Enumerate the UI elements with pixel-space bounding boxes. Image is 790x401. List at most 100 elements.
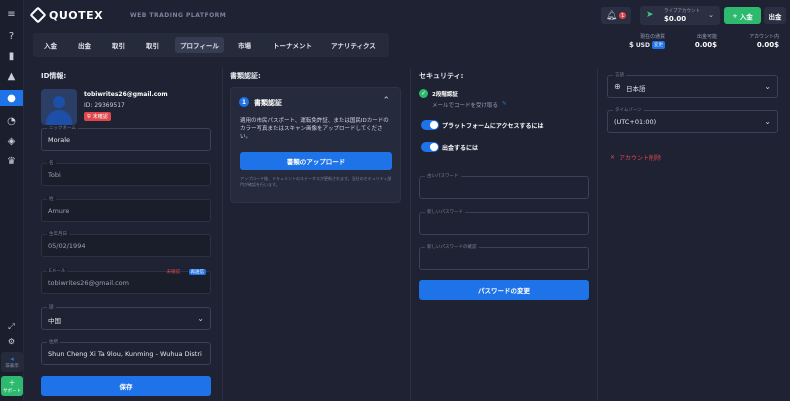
timezone-select[interactable]: タイムゾーン (UTC+01:00) ⌄ [607, 107, 778, 133]
withdrawable-label: 出金可能 [696, 34, 717, 40]
two-factor-subtitle-row: メールでコードを受け取る ✎ [432, 101, 507, 109]
birthday-field[interactable]: 生年月日 05/02/1994 [41, 231, 211, 257]
profile-tabs: 入金 出金 取引 取引 プロフィール 市場 トーナメント アナリティクス [33, 33, 389, 57]
first-name-field[interactable]: 名 Tobi [41, 160, 211, 186]
analytics-icon[interactable]: ◈ [5, 135, 18, 148]
timezone-label: タイムゾーン [613, 107, 644, 113]
tab-withdraw[interactable]: 出金 [73, 37, 96, 53]
withdrawable-value: 0.00$ [694, 41, 717, 49]
email-status: 未確認 [166, 270, 181, 275]
language-label: 言語 [613, 72, 626, 78]
withdraw-button[interactable]: 出金 [764, 7, 786, 24]
account-balance-value: 0.00$ [756, 41, 779, 49]
column-divider [222, 68, 223, 401]
market-icon[interactable]: ◔ [5, 115, 18, 128]
globe-icon: ⊕ [614, 82, 621, 91]
plus-icon: + [732, 11, 738, 20]
tab-analytics[interactable]: アナリティクス [326, 37, 381, 53]
avatar-body-icon [46, 110, 72, 125]
tab-trades-2[interactable]: 取引 [141, 37, 164, 53]
step-number: 1 [239, 97, 249, 107]
profile-icon[interactable]: ● [0, 90, 23, 106]
fullscreen-icon[interactable]: ⤢ [5, 320, 18, 333]
old-password-field[interactable]: 古いパスワード [419, 173, 589, 199]
old-password-label: 古いパスワード [425, 173, 461, 179]
menu-icon[interactable]: ≡ [5, 8, 18, 21]
last-name-field[interactable]: 姓 Amure [41, 196, 211, 222]
chart-icon[interactable]: ▮ [5, 50, 18, 63]
chevron-down-icon: ⌄ [764, 117, 771, 126]
upload-document-button[interactable]: 書類のアップロード [240, 152, 392, 170]
confirm-password-label: 新しいパスワードの確認 [425, 244, 479, 250]
delete-account-link[interactable]: ✕ アカウント削除 [610, 153, 661, 162]
email-label: Eメール [47, 268, 68, 274]
sidebar: ≡ ? ▮ ▲ ● ◔ ◈ ♛ ⤢ ⚙ ◂ 非表示 ＋ サポート [0, 0, 24, 401]
nickname-label: ニックネーム [47, 125, 78, 131]
email-field[interactable]: Eメール 未確認 再送信 tobiwrites26@gmail.com [41, 268, 211, 294]
unverified-badge: ⛨ 未確認 [84, 112, 111, 121]
country-value: 中国 [48, 317, 61, 325]
country-select[interactable]: 国 中国 ⌄ [41, 304, 211, 330]
dollar-icon: $ [628, 41, 634, 49]
toggle-withdraw[interactable] [421, 142, 439, 152]
deposit-label: 入金 [739, 12, 753, 21]
two-factor-title: 2段階認証 [432, 92, 458, 98]
notifications-button[interactable]: 🔔︎ 1 [601, 7, 631, 24]
tab-tournaments[interactable]: トーナメント [268, 37, 317, 53]
help-icon[interactable]: ? [5, 30, 18, 43]
account-type-label: ライブアカウント [664, 9, 700, 14]
currency-value: USD [635, 41, 650, 49]
security-heading: セキュリティ: [419, 72, 464, 80]
collapse-button[interactable]: ◂ 非表示 [1, 352, 23, 372]
tab-deposit[interactable]: 入金 [39, 37, 62, 53]
tab-market[interactable]: 市場 [233, 37, 256, 53]
collapse-label: 非表示 [5, 364, 19, 369]
unverified-label: 未確認 [92, 114, 108, 120]
toggle-platform-label: プラットフォームにアクセスするには [442, 123, 544, 130]
tab-profile[interactable]: プロフィール [175, 37, 224, 53]
birthday-label: 生年月日 [47, 231, 69, 237]
bell-icon: 🔔︎ [605, 10, 618, 21]
trophy-icon[interactable]: ♛ [5, 155, 18, 168]
toggle-platform-access[interactable] [421, 120, 439, 130]
tab-trades[interactable]: 取引 [107, 37, 130, 53]
last-name-label: 姓 [47, 196, 56, 202]
change-password-button[interactable]: パスワードの変更 [419, 280, 589, 300]
address-field[interactable]: 住所 Shun Cheng Xi Ta 9lou, Kunming - Wuhu… [41, 339, 211, 365]
document-card-title: 書類認証 [254, 99, 282, 107]
confirm-password-field[interactable]: 新しいパスワードの確認 [419, 244, 589, 270]
address-label: 住所 [47, 339, 60, 345]
toggle-withdraw-label: 出金するには [442, 145, 479, 152]
save-button[interactable]: 保存 [41, 376, 211, 396]
first-name-label: 名 [47, 160, 56, 166]
nickname-field[interactable]: ニックネーム Morale [41, 125, 211, 151]
new-password-label: 新しいパスワード [425, 209, 465, 215]
column-divider [597, 68, 598, 401]
nickname-value: Morale [48, 136, 71, 144]
chevron-up-icon[interactable]: ⌃ [382, 96, 390, 106]
brand-tagline: WEB TRADING PLATFORM [130, 12, 227, 19]
last-name-value: Amure [48, 207, 70, 215]
document-verification-card: 1 書類認証 ⌃ 適用の市民パスポート、運転免許証、または国民IDカードのカラー… [230, 87, 401, 203]
shield-icon: ⛨ [87, 113, 91, 120]
account-switcher[interactable]: ➤ ライブアカウント $0.00 ⌄ [640, 6, 720, 25]
avatar[interactable] [41, 89, 77, 125]
check-icon: ✓ [419, 89, 428, 98]
email-resend-button[interactable]: 再送信 [188, 269, 206, 275]
currency-change-button[interactable]: 変更 [652, 41, 665, 49]
support-chat-button[interactable]: ＋ サポート [1, 376, 23, 396]
education-icon[interactable]: ▲ [5, 70, 18, 83]
notification-count: 1 [619, 12, 627, 19]
chevron-down-icon: ⌄ [764, 82, 771, 91]
brand-name: QUOTEX [49, 9, 104, 22]
new-password-field[interactable]: 新しいパスワード [419, 209, 589, 235]
two-factor-subtitle: メールでコードを受け取る [432, 103, 499, 109]
country-label: 国 [47, 304, 56, 310]
settings-icon[interactable]: ⚙ [5, 335, 18, 348]
language-select[interactable]: 言語 ⊕ 日本語 ⌄ [607, 72, 778, 98]
first-name-value: Tobi [48, 171, 61, 179]
document-instructions: 適用の市民パスポート、運転免許証、または国民IDカードのカラー写真またはスキャン… [240, 118, 389, 140]
deposit-button[interactable]: + 入金 [724, 7, 761, 24]
edit-icon[interactable]: ✎ [502, 101, 507, 109]
currency-label: 現在の通貨 [639, 34, 665, 40]
